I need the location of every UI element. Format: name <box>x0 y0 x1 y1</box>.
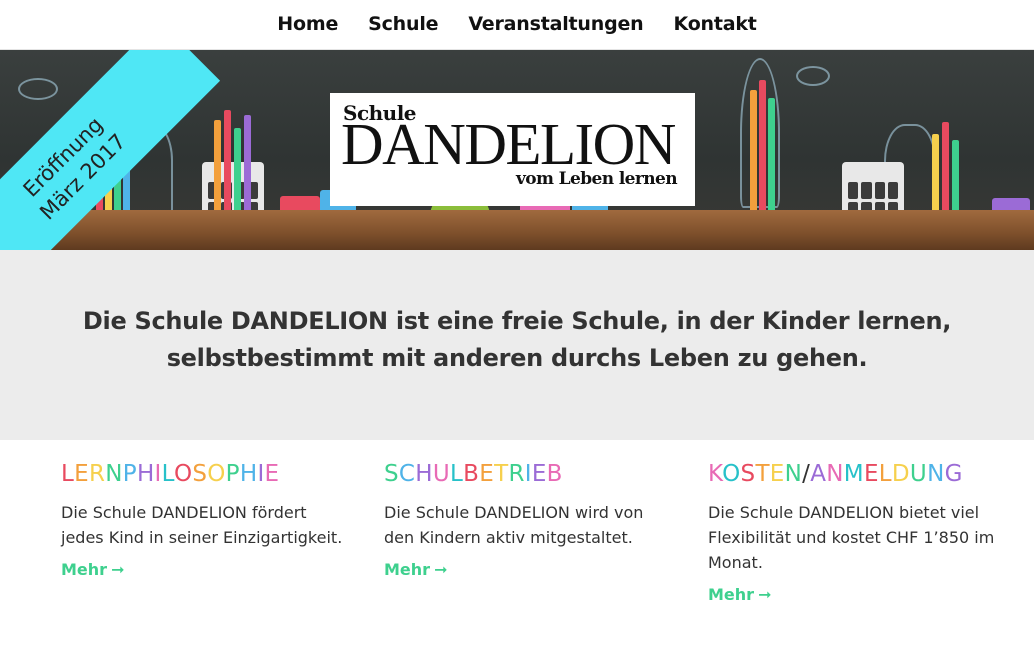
nav-item-kontakt: Kontakt <box>674 13 757 35</box>
pencil-graphic <box>759 80 766 230</box>
nav-link-veranstaltungen[interactable]: Veranstaltungen <box>468 13 643 35</box>
hero-image-panel <box>842 50 1034 250</box>
more-link[interactable]: Mehr ➞ <box>708 585 771 604</box>
column-text: Die Schule DANDELION wird von den Kinder… <box>384 503 644 547</box>
intro-text: Die Schule DANDELION ist eine freie Schu… <box>82 306 952 372</box>
column-text: Die Schule DANDELION fördert jedes Kind … <box>61 503 343 547</box>
column-heading: SCHULBETRIEB <box>384 461 563 487</box>
logo-main-text: DANDELION <box>341 111 676 177</box>
arrow-right-icon: ➞ <box>434 560 448 579</box>
more-label: Mehr <box>384 560 431 579</box>
more-link[interactable]: Mehr ➞ <box>384 560 447 579</box>
pencil-graphic <box>750 90 757 230</box>
top-navigation: Home Schule Veranstaltungen Kontakt <box>0 0 1034 50</box>
intro-section: Die Schule DANDELION ist eine freie Schu… <box>0 250 1034 440</box>
chalk-cloud-drawing <box>796 66 830 86</box>
chalk-cloud-drawing <box>18 78 58 100</box>
feature-column-kosten-anmeldung: KOSTEN/ANMELDUNG Die Schule DANDELION bi… <box>708 460 1008 604</box>
feature-column-lernphilosophie: LERNPHILOSOPHIE Die Schule DANDELION för… <box>61 460 351 579</box>
hero-banner: Schule DANDELION vom Leben lernen Eröffn… <box>0 50 1034 250</box>
school-logo[interactable]: Schule DANDELION vom Leben lernen <box>330 93 695 206</box>
arrow-right-icon: ➞ <box>111 560 125 579</box>
column-heading: LERNPHILOSOPHIE <box>61 461 280 487</box>
nav-item-schule: Schule <box>368 13 438 35</box>
desk-surface <box>200 210 500 250</box>
column-text: Die Schule DANDELION bietet viel Flexibi… <box>708 503 995 572</box>
arrow-right-icon: ➞ <box>758 585 772 604</box>
nav-item-home: Home <box>277 13 338 35</box>
nav-item-veranstaltungen: Veranstaltungen <box>468 13 643 35</box>
feature-column-schulbetrieb: SCHULBETRIEB Die Schule DANDELION wird v… <box>384 460 674 579</box>
desk-surface <box>842 210 1034 250</box>
more-label: Mehr <box>61 560 108 579</box>
nav-link-kontakt[interactable]: Kontakt <box>674 13 757 35</box>
nav-link-home[interactable]: Home <box>277 13 338 35</box>
more-link[interactable]: Mehr ➞ <box>61 560 124 579</box>
more-label: Mehr <box>708 585 755 604</box>
nav-link-schule[interactable]: Schule <box>368 13 438 35</box>
desk-surface <box>500 210 842 250</box>
logo-tagline: vom Leben lernen <box>515 169 678 189</box>
column-heading: KOSTEN/ANMELDUNG <box>708 461 963 487</box>
